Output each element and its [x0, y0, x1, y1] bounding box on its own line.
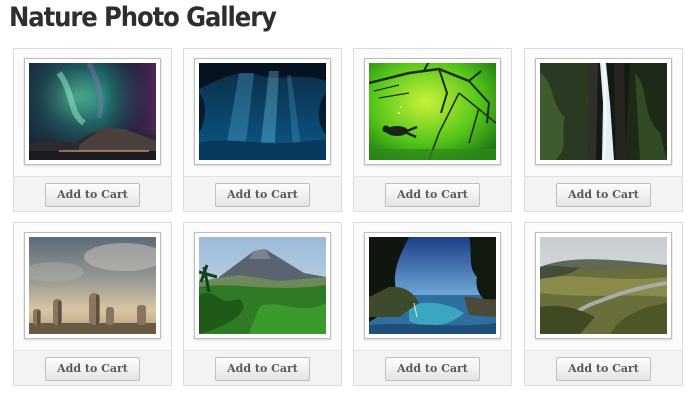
diver-photo[interactable]: [369, 63, 496, 160]
product-card: Add to Cart: [353, 222, 512, 386]
stone-sculptures-photo[interactable]: [29, 237, 156, 334]
add-to-cart-button[interactable]: Add to Cart: [45, 357, 140, 381]
photo-frame: [364, 58, 501, 165]
underwater-cave-photo[interactable]: [199, 63, 326, 160]
waterfall-photo[interactable]: [540, 63, 667, 160]
add-to-cart-button[interactable]: Add to Cart: [556, 183, 651, 207]
product-card: Add to Cart: [13, 222, 172, 386]
add-to-cart-button[interactable]: Add to Cart: [215, 357, 310, 381]
product-card: Add to Cart: [524, 48, 683, 212]
product-card: Add to Cart: [13, 48, 172, 212]
photo-frame: [194, 232, 331, 339]
photo-frame: [24, 232, 161, 339]
photo-frame: [194, 58, 331, 165]
product-card: Add to Cart: [353, 48, 512, 212]
add-to-cart-button[interactable]: Add to Cart: [215, 183, 310, 207]
add-to-cart-button[interactable]: Add to Cart: [385, 183, 480, 207]
photo-grid: Add to Cart Add to Cart Add to Cart Add …: [0, 0, 700, 400]
photo-frame: [535, 232, 672, 339]
photo-frame: [535, 58, 672, 165]
photo-frame: [364, 232, 501, 339]
photo-frame: [24, 58, 161, 165]
aurora-photo[interactable]: [29, 63, 156, 160]
product-card: Add to Cart: [183, 48, 342, 212]
product-card: Add to Cart: [524, 222, 683, 386]
add-to-cart-button[interactable]: Add to Cart: [556, 357, 651, 381]
river-valley-photo[interactable]: [540, 237, 667, 334]
volcano-photo[interactable]: [199, 237, 326, 334]
coastal-cove-photo[interactable]: [369, 237, 496, 334]
product-card: Add to Cart: [183, 222, 342, 386]
add-to-cart-button[interactable]: Add to Cart: [45, 183, 140, 207]
add-to-cart-button[interactable]: Add to Cart: [385, 357, 480, 381]
